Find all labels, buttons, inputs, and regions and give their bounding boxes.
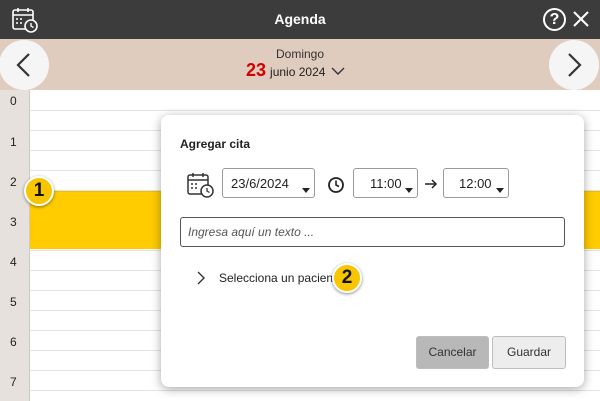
hour-label: 6 <box>10 335 17 349</box>
chevron-right-icon <box>568 53 582 77</box>
title-bar: Agenda ? <box>0 0 600 39</box>
hour-label: 4 <box>10 255 17 269</box>
chevron-down-icon <box>331 67 345 75</box>
hour-label: 1 <box>10 135 17 149</box>
date-select[interactable]: 23/6/2024 <box>222 168 315 198</box>
weekday-label: Domingo <box>275 47 325 61</box>
dropdown-caret-icon <box>405 188 413 193</box>
day-number: 23 <box>246 60 267 80</box>
start-time-select[interactable]: 11:00 <box>353 168 418 198</box>
step-badge-1: 1 <box>24 176 54 206</box>
date-picker-toggle[interactable]: 23 junio 2024 <box>246 60 345 81</box>
appointment-text-input[interactable] <box>180 217 565 247</box>
next-day-button[interactable] <box>549 40 599 90</box>
hour-label: 5 <box>10 295 17 309</box>
dropdown-caret-icon <box>302 188 310 193</box>
select-patient-label: Selecciona un paciente <box>219 271 344 285</box>
close-icon[interactable] <box>571 8 591 30</box>
hour-label: 7 <box>10 375 17 389</box>
window-title: Agenda <box>274 11 326 27</box>
add-appointment-dialog: Agregar cita 23/6/2024 11:00 12:00 Selec… <box>161 115 584 387</box>
hours-column: 0 1 2 3 4 5 6 7 <box>0 90 30 401</box>
clock-icon <box>328 177 344 193</box>
date-header: Domingo 23 junio 2024 <box>0 39 600 90</box>
start-time-value: 11:00 <box>370 176 402 191</box>
grid-line <box>30 390 600 391</box>
hour-label: 2 <box>10 175 17 189</box>
dropdown-caret-icon <box>496 188 504 193</box>
arrow-right-icon <box>425 179 438 189</box>
grid-line <box>30 110 600 111</box>
chevron-right-icon <box>197 271 205 285</box>
step-badge-2: 2 <box>332 263 362 293</box>
dialog-title: Agregar cita <box>180 137 251 151</box>
help-icon: ? <box>549 11 560 28</box>
end-time-select[interactable]: 12:00 <box>443 168 509 198</box>
calendar-clock-icon[interactable] <box>186 171 216 199</box>
help-button[interactable]: ? <box>543 8 566 31</box>
month-year-label: junio 2024 <box>270 65 326 79</box>
end-time-value: 12:00 <box>459 176 492 191</box>
cancel-button[interactable]: Cancelar <box>416 336 489 369</box>
hour-label: 0 <box>10 94 17 108</box>
hour-label: 3 <box>10 215 17 229</box>
save-button[interactable]: Guardar <box>492 336 566 369</box>
date-value: 23/6/2024 <box>231 176 289 191</box>
